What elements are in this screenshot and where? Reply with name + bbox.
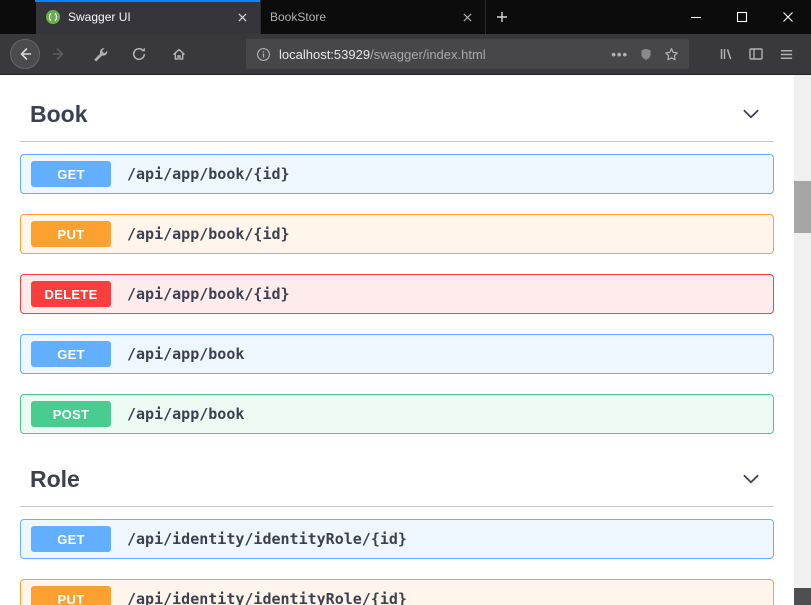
swagger-sections: Book GET /api/app/book/{id} PUT /api/app… (0, 75, 794, 605)
endpoint-path: /api/app/book/{id} (127, 285, 290, 303)
browser-window: Swagger UI BookStore (0, 0, 811, 605)
tab-close-icon[interactable] (233, 8, 251, 26)
scrollbar-thumb[interactable] (794, 181, 811, 233)
endpoint-row[interactable]: PUT /api/app/book/{id} (20, 214, 774, 254)
section-title: Role (30, 464, 80, 494)
url-host: localhost:53929 (279, 47, 370, 62)
method-badge: GET (31, 526, 111, 552)
endpoint-row[interactable]: POST /api/app/book (20, 394, 774, 434)
maximize-button[interactable] (719, 0, 765, 34)
chevron-down-icon[interactable] (738, 466, 764, 492)
section-title: Book (30, 99, 88, 129)
endpoint-path: /api/identity/identityRole/{id} (127, 530, 407, 548)
back-button[interactable] (10, 39, 40, 69)
home-button[interactable] (164, 39, 194, 69)
endpoint-path: /api/app/book (127, 405, 244, 423)
method-badge: GET (31, 341, 111, 367)
tracking-shield-icon[interactable] (639, 47, 653, 62)
forward-button[interactable] (44, 39, 74, 69)
swagger-favicon-icon (45, 9, 61, 25)
endpoint-row[interactable]: PUT /api/identity/identityRole/{id} (20, 579, 774, 605)
tab-title: Swagger UI (68, 10, 226, 24)
library-icon[interactable] (711, 39, 741, 69)
vertical-scrollbar[interactable] (794, 75, 811, 605)
bookmark-star-icon[interactable] (664, 47, 679, 62)
url-path: /swagger/index.html (370, 47, 486, 62)
tab-title: BookStore (270, 10, 451, 24)
tab-close-icon[interactable] (458, 8, 476, 26)
endpoint-path: /api/app/book/{id} (127, 225, 290, 243)
endpoint-path: /api/identity/identityRole/{id} (127, 590, 407, 605)
tab-swagger-ui[interactable]: Swagger UI (36, 0, 261, 34)
method-badge: PUT (31, 221, 111, 247)
endpoint-row[interactable]: DELETE /api/app/book/{id} (20, 274, 774, 314)
endpoint-path: /api/app/book (127, 345, 244, 363)
page-actions-icon[interactable]: ••• (611, 47, 628, 62)
section-header[interactable]: Role (20, 454, 774, 507)
method-badge: POST (31, 401, 111, 427)
tab-bookstore[interactable]: BookStore (261, 0, 486, 34)
navigation-toolbar: localhost:53929/swagger/index.html ••• (0, 34, 811, 75)
chevron-down-icon[interactable] (738, 101, 764, 127)
page-content: Book GET /api/app/book/{id} PUT /api/app… (0, 75, 811, 605)
endpoint-path: /api/app/book/{id} (127, 165, 290, 183)
new-tab-button[interactable] (486, 0, 518, 34)
close-window-button[interactable] (765, 0, 811, 34)
sidebar-toggle-icon[interactable] (741, 39, 771, 69)
scrollbar-corner (794, 588, 811, 605)
tab-bar: Swagger UI BookStore (0, 0, 811, 34)
refresh-button[interactable] (124, 39, 154, 69)
titlebar-drag-space (518, 0, 673, 34)
url-text: localhost:53929/swagger/index.html (279, 47, 486, 62)
api-section: Role GET /api/identity/identityRole/{id}… (20, 454, 774, 605)
method-badge: GET (31, 161, 111, 187)
endpoint-row[interactable]: GET /api/identity/identityRole/{id} (20, 519, 774, 559)
endpoint-row[interactable]: GET /api/app/book/{id} (20, 154, 774, 194)
endpoint-row[interactable]: GET /api/app/book (20, 334, 774, 374)
titlebar-drag-space (0, 0, 36, 34)
section-endpoints: GET /api/identity/identityRole/{id} PUT … (20, 507, 774, 605)
urlbar-actions: ••• (611, 47, 679, 62)
developer-wrench-icon[interactable] (84, 39, 114, 69)
api-section: Book GET /api/app/book/{id} PUT /api/app… (20, 89, 774, 434)
address-bar[interactable]: localhost:53929/swagger/index.html ••• (246, 39, 689, 69)
section-endpoints: GET /api/app/book/{id} PUT /api/app/book… (20, 142, 774, 434)
minimize-button[interactable] (673, 0, 719, 34)
method-badge: DELETE (31, 281, 111, 307)
site-info-icon[interactable] (256, 47, 271, 62)
menu-hamburger-icon[interactable] (771, 39, 801, 69)
section-header[interactable]: Book (20, 89, 774, 142)
method-badge: PUT (31, 586, 111, 605)
